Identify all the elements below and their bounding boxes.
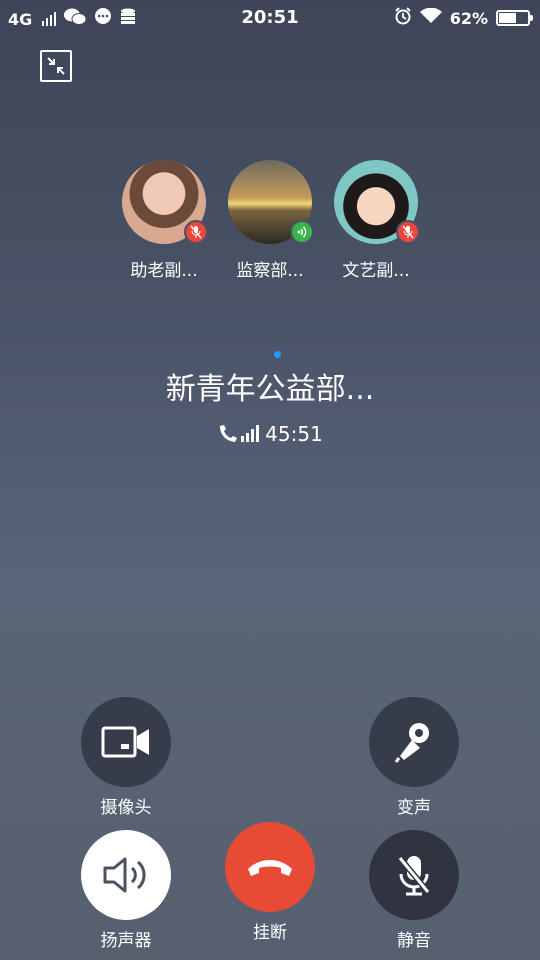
mute-button[interactable] [369, 830, 459, 920]
minimize-button[interactable] [40, 50, 72, 82]
participant[interactable]: 助老副... [122, 160, 208, 281]
hangup-label: 挂断 [253, 923, 287, 943]
mic-muted-icon [396, 220, 420, 244]
voice-change-control: 变声 [369, 697, 459, 818]
indicator-dot [274, 351, 281, 358]
participant[interactable]: 文艺副... [334, 160, 420, 281]
hangup-control: 挂断 [225, 822, 315, 943]
avatar [228, 160, 314, 244]
battery-percent: 62% [449, 8, 488, 28]
speaker-label: 扬声器 [100, 931, 152, 951]
voice-change-icon [394, 723, 429, 763]
hangup-button[interactable] [225, 822, 315, 912]
battery-fill [499, 13, 516, 23]
participant-name: 文艺副... [342, 261, 410, 281]
mic-off-icon [397, 856, 431, 896]
speaking-icon [290, 220, 314, 244]
speaker-control: 扬声器 [81, 830, 171, 951]
speaker-button[interactable] [81, 830, 171, 920]
camera-control: 摄像头 [81, 697, 171, 818]
battery-icon [496, 10, 533, 26]
duration-text: 45:51 [265, 422, 323, 446]
speaker-icon [103, 857, 146, 893]
voice-change-label: 变声 [397, 798, 431, 818]
participant[interactable]: 监察部... [228, 160, 314, 281]
participant-list: 助老副... 监察部... 文艺副... [0, 160, 540, 281]
mic-muted-icon [184, 220, 208, 244]
status-right: 62% [394, 7, 533, 29]
call-duration: 45:51 [0, 422, 540, 446]
voice-change-button[interactable] [369, 697, 459, 787]
camera-button[interactable] [81, 697, 171, 787]
mute-control: 静音 [369, 830, 459, 951]
status-bar: 4G 20:51 62% [0, 0, 540, 36]
hangup-icon [248, 860, 292, 876]
participant-name: 助老副... [130, 261, 198, 281]
minimize-icon [47, 57, 65, 75]
video-camera-icon [101, 726, 149, 758]
participant-name: 监察部... [236, 261, 304, 281]
alarm-icon [394, 7, 412, 29]
group-name: 新青年公益部... [165, 372, 375, 407]
phone-signal-icon [220, 425, 260, 442]
camera-label: 摄像头 [100, 798, 152, 818]
mute-label: 静音 [397, 931, 431, 951]
avatar [122, 160, 208, 244]
avatar [334, 160, 420, 244]
wifi-icon [419, 7, 442, 28]
